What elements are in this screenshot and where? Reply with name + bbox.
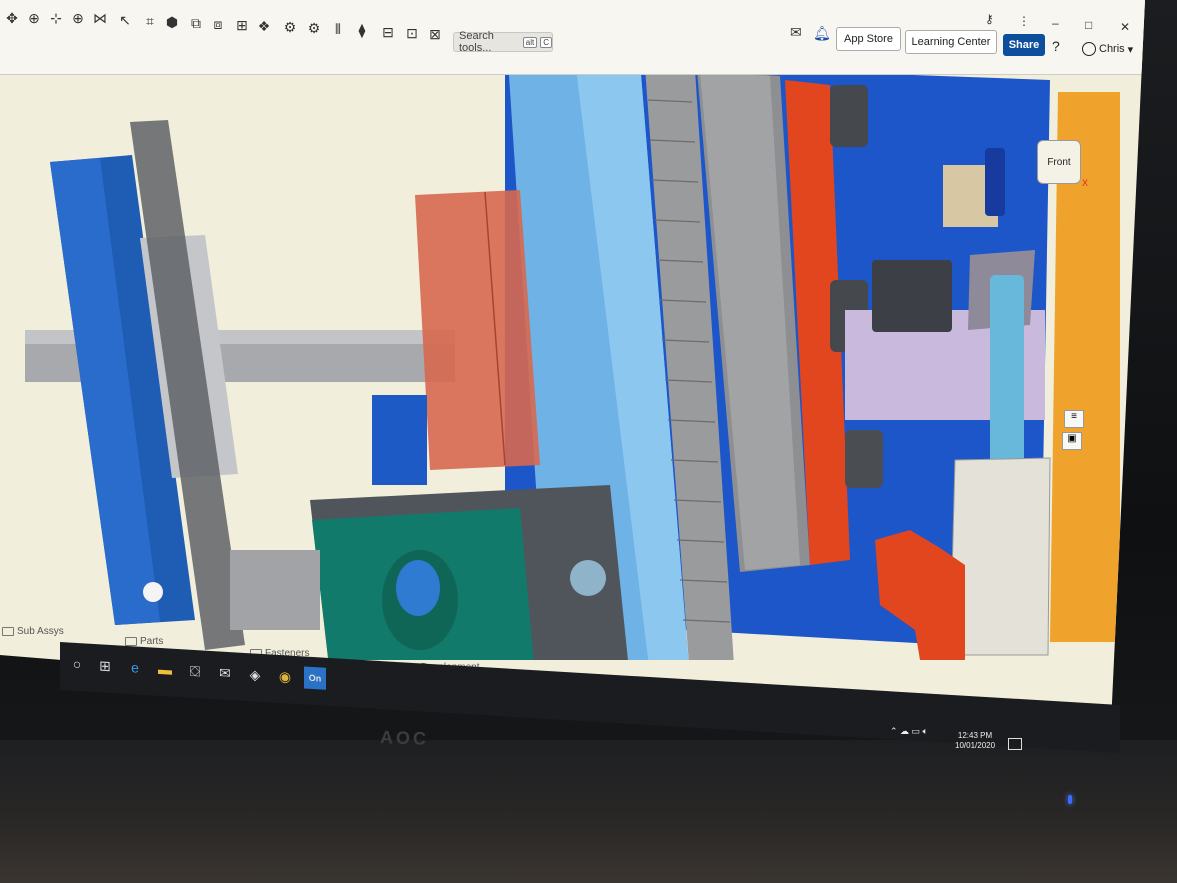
insert-icon[interactable]: ⧉ [186,13,206,33]
chevron-down-icon: ▾ [1127,43,1134,56]
tab-label: Parts [140,636,164,647]
pan-icon[interactable]: ✥ [2,8,22,28]
more-icon[interactable]: ⋮ [1018,14,1030,28]
tray-clock[interactable]: 12:43 PM 10/01/2020 [955,731,995,751]
user-menu[interactable]: Chris ▾ [1082,42,1133,56]
standoff-top [830,85,868,147]
view-cube-face-label: Front [1047,156,1071,168]
top-toolbar: ✥ ⊕ ⊹ ⊕ ⋈ ↖ ⌗ ⬢ ⧉ ⧈ ⊞ ❖ ⚙ ⚙ ⦀ ⧫ ⊟ ⊡ ⊠ Se… [0,0,1145,75]
search-tools-input[interactable]: Search tools... alt C [453,30,553,54]
fastener-icon[interactable]: ⦀ [328,19,348,39]
avatar-icon [1082,42,1096,56]
key-icon[interactable]: ⚷ [985,12,994,26]
side-panel-parts-icon[interactable]: ▣ [1062,432,1082,450]
search-kbd-alt: alt [522,36,538,48]
axis-x-label: X [1082,178,1089,188]
task-view-icon[interactable]: ⊞ [94,654,116,677]
side-panel-list-icon[interactable]: ≡ [1064,410,1084,428]
close-button[interactable]: ✕ [1120,20,1130,34]
wheel-bolt-hole [143,582,163,602]
tab-label: Sub Assys [17,626,64,637]
view-cube[interactable]: Front [1037,140,1081,184]
layers-icon[interactable]: ⧫ [352,20,372,40]
learning-center-button[interactable]: Learning Center [905,30,997,54]
axis-z-label: Z [1043,132,1049,142]
app-icon[interactable]: ◈ [244,663,266,686]
tray-time: 12:43 PM [957,731,993,740]
screen: Front Z X ≡ ▣ ✥ ⊕ ⊹ ⊕ ⋈ ↖ ⌗ ⬢ ⧉ ⧈ ⊞ ❖ ⚙ … [0,0,1145,745]
onshape-icon[interactable]: On [304,666,326,690]
search-kbd-c: C [540,36,552,48]
rotate-icon[interactable]: ⊕ [24,8,44,28]
part-icon[interactable]: ⬢ [162,12,182,32]
help-icon[interactable]: ? [1052,38,1060,54]
explorer-icon[interactable]: ▬ [154,658,176,681]
standoff-low [845,430,883,488]
folder-icon [2,627,14,636]
search-tools-label: Search tools... [459,30,494,54]
edge-icon[interactable]: e [124,656,146,679]
chrome-icon[interactable]: ◉ [274,665,296,688]
pillow-block-hole [396,560,440,616]
drawing-icon[interactable]: ⊡ [402,23,422,43]
axis-icon[interactable]: ⊹ [46,8,66,28]
desk-surface [0,740,1177,883]
cad-viewport[interactable] [0,60,1145,660]
assembly-icon[interactable]: ⧈ [208,14,228,34]
blue-block-small [372,395,427,485]
power-led [1068,795,1072,804]
motor-shaft-collar [872,260,952,332]
maximize-button[interactable]: □ [1085,18,1092,32]
mirror-icon[interactable]: ⋈ [90,8,110,28]
share-button[interactable]: Share [1003,34,1045,56]
notification-center-icon[interactable] [1008,738,1022,750]
array-icon[interactable]: ⊞ [232,15,252,35]
dark-blue-nub [985,148,1005,216]
grey-rod-lower [230,550,320,630]
red-hub [415,190,540,470]
minimize-button[interactable]: – [1052,16,1059,30]
mount-screw [570,560,606,596]
zoom-icon[interactable]: ⌗ [140,11,160,31]
gear-icon[interactable]: ⚙ [280,17,300,37]
system-tray[interactable]: ⌃ ☁ ▭ 🔈︎ [890,726,928,737]
user-name: Chris [1099,43,1125,55]
move-icon[interactable]: ⊕ [68,8,88,28]
comments-icon[interactable]: ✉ [790,24,802,41]
onshape-label: On [308,672,322,684]
mate-icon[interactable]: ⚙ [304,18,324,38]
export-icon[interactable]: ⊠ [425,24,445,44]
cursor-icon[interactable]: ↖ [115,10,135,30]
notifications-icon[interactable]: 🔔︎ [813,25,831,42]
grid-icon[interactable]: ❖ [254,16,274,36]
windows-start-icon[interactable]: ○ [66,652,88,675]
monitor-logo: AOC [379,727,430,749]
mail-icon[interactable]: ✉ [214,661,236,684]
folder-icon [125,637,137,646]
tray-date: 10/01/2020 [955,741,996,750]
app-store-button[interactable]: App Store [836,27,901,51]
tab-sub-assys[interactable]: Sub Assys [2,626,64,637]
relation-icon[interactable]: ⊟ [378,22,398,42]
store-icon[interactable]: ⛋ [184,659,206,682]
